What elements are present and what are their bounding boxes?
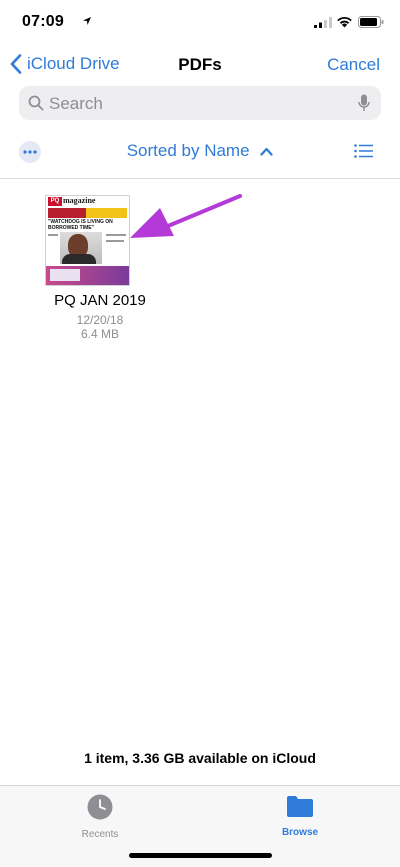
thumbnail-text-line bbox=[106, 234, 126, 236]
clock-icon bbox=[87, 794, 113, 820]
cancel-button[interactable]: Cancel bbox=[327, 55, 380, 75]
tab-browse-label: Browse bbox=[281, 827, 319, 838]
annotation-arrow-icon bbox=[130, 194, 242, 238]
tab-recents[interactable]: Recents bbox=[40, 794, 160, 840]
tab-browse[interactable]: Browse bbox=[240, 794, 360, 838]
thumbnail-masthead-name: magazine bbox=[63, 196, 96, 205]
status-bar: 07:09 bbox=[0, 0, 400, 44]
thumbnail-masthead-pq: PQ bbox=[48, 197, 62, 206]
navigation-bar: iCloud Drive PDFs Cancel bbox=[0, 44, 400, 84]
battery-icon bbox=[358, 16, 384, 28]
divider bbox=[0, 178, 400, 179]
chevron-up-icon bbox=[260, 147, 273, 156]
search-icon bbox=[28, 95, 44, 111]
wifi-icon bbox=[337, 16, 352, 28]
location-arrow-icon bbox=[83, 17, 91, 25]
file-name: PQ JAN 2019 bbox=[54, 292, 146, 309]
thumbnail-banner-accent bbox=[86, 208, 127, 218]
status-time: 07:09 bbox=[22, 13, 64, 30]
search-input[interactable]: Search bbox=[19, 86, 381, 120]
thumbnail-text-line bbox=[48, 234, 58, 236]
list-view-icon[interactable] bbox=[354, 144, 374, 158]
microphone-icon[interactable] bbox=[358, 94, 370, 112]
folder-icon bbox=[287, 796, 313, 817]
file-thumbnail[interactable]: PQ magazine "WATCHDOG IS LIVING ON BORRO… bbox=[46, 196, 129, 285]
thumbnail-headline: "WATCHDOG IS LIVING ON BORROWED TIME" bbox=[48, 219, 113, 231]
signal-icon bbox=[314, 17, 332, 28]
sort-button[interactable]: Sorted by Name bbox=[0, 141, 400, 161]
tab-recents-label: Recents bbox=[81, 829, 119, 840]
sort-label: Sorted by Name bbox=[126, 141, 250, 160]
thumbnail-footer-box bbox=[50, 269, 80, 281]
thumbnail-text-line bbox=[106, 240, 124, 242]
storage-summary: 1 item, 3.36 GB available on iCloud bbox=[84, 750, 316, 766]
thumbnail-body bbox=[62, 254, 96, 264]
search-placeholder: Search bbox=[49, 94, 103, 113]
file-date: 12/20/18 bbox=[76, 313, 124, 327]
thumbnail-masthead: PQ magazine bbox=[46, 196, 129, 206]
file-size: 6.4 MB bbox=[80, 327, 119, 341]
home-indicator bbox=[129, 853, 272, 858]
